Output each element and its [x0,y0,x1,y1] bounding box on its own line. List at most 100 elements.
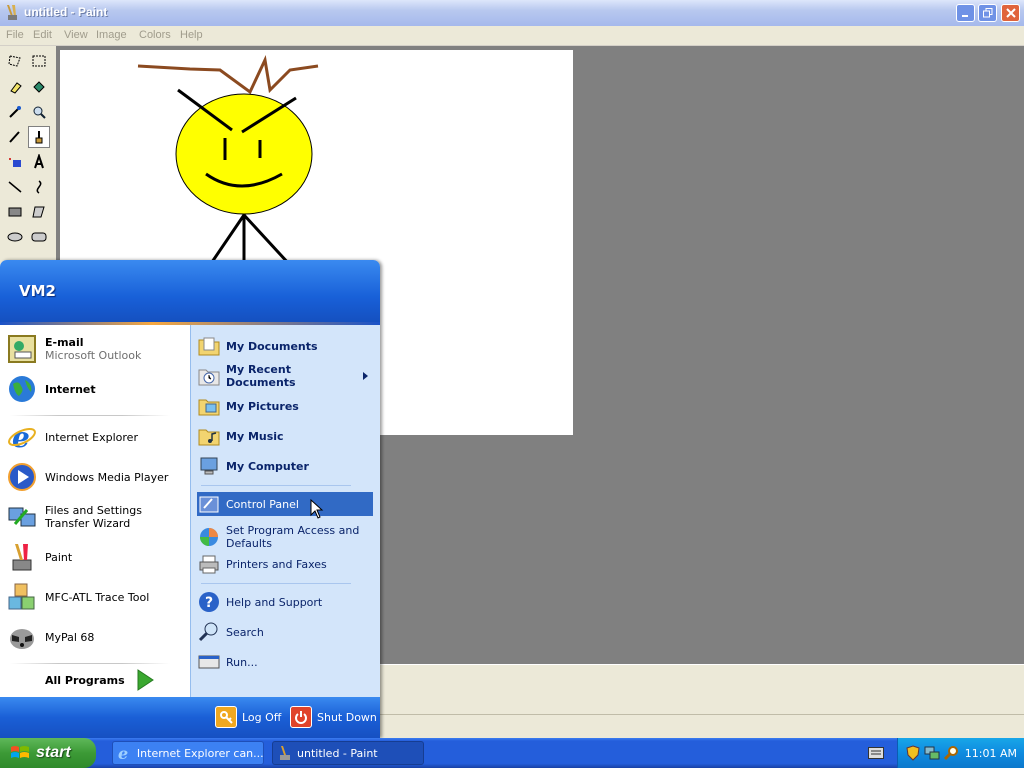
shut-down-label: Shut Down [317,710,377,724]
system-tray: 11:01 AM [897,738,1024,768]
start-menu-programs: E-mail Microsoft Outlook Internet e Inte… [0,325,190,697]
pinned-internet[interactable]: Internet [6,373,186,405]
start-button[interactable]: start [0,738,96,768]
recent-mfc-atl-trace[interactable]: MFC-ATL Trace Tool [6,581,186,613]
my-pictures[interactable]: My Pictures [197,394,373,418]
help-icon: ? [197,590,221,614]
printers-and-faxes[interactable]: Printers and Faxes [197,552,373,576]
menu-help[interactable]: Help [180,29,203,41]
start-menu-header: VM2 [0,260,380,322]
clock[interactable]: 11:01 AM [965,747,1017,760]
my-music[interactable]: My Music [197,424,373,448]
menu-bar: File Edit View Image Colors Help [0,26,1024,46]
pinned-email-title: E-mail [45,336,84,349]
text-tool[interactable] [28,151,50,173]
all-programs-label: All Programs [45,673,125,687]
search[interactable]: Search [197,620,373,644]
pinned-email[interactable]: E-mail Microsoft Outlook [6,333,186,365]
recent-label: MFC-ATL Trace Tool [45,590,150,604]
run[interactable]: Run... [197,650,373,674]
log-off-label: Log Off [242,710,282,724]
control-panel[interactable]: Control Panel [197,492,373,516]
folder-pictures-icon [197,394,221,418]
recent-label: Internet Explorer [45,430,138,444]
menu-image[interactable]: Image [96,29,127,41]
paint-icon [280,746,290,760]
recent-paint[interactable]: Paint [6,541,186,573]
recent-internet-explorer[interactable]: e Internet Explorer [6,421,186,453]
rectangle-tool[interactable] [4,201,26,223]
recent-documents-icon [197,364,221,388]
eraser-icon [10,82,22,94]
set-program-access[interactable]: Set Program Access and Defaults [197,522,373,552]
curve-tool[interactable] [28,176,50,198]
submenu-arrow-icon [363,372,369,380]
keyboard-icon[interactable] [868,747,884,759]
internet-explorer-icon: e [6,421,38,453]
free-form-select-tool[interactable] [4,50,26,72]
eraser-tool[interactable] [4,76,26,98]
green-arrow-icon [137,669,154,691]
transfer-wizard-icon [6,501,38,533]
log-off-button[interactable]: Log Off [215,705,281,729]
rounded-rect-tool[interactable] [28,226,50,248]
title-bar[interactable]: untitled - Paint [0,0,1024,26]
minimize-button[interactable] [956,4,975,22]
menu-view[interactable]: View [64,29,88,41]
printers-label: Printers and Faxes [226,557,327,571]
my-pictures-label: My Pictures [226,399,299,413]
all-programs-button[interactable]: All Programs [45,669,155,691]
line-icon [8,181,22,193]
polygon-tool[interactable] [28,201,50,223]
rect-select-tool[interactable] [28,50,50,72]
raccoon-icon [6,621,38,653]
my-documents-label: My Documents [226,339,318,353]
line-tool[interactable] [4,176,26,198]
recent-label: Paint [45,550,73,564]
menu-file[interactable]: File [6,29,24,41]
run-icon [197,650,221,674]
separator [10,663,170,664]
fill-tool[interactable] [28,76,50,98]
run-label: Run... [226,655,258,669]
task-label: Internet Explorer can... [136,746,263,760]
media-player-icon [6,461,38,493]
security-shield-icon[interactable] [906,745,920,761]
brush-tool[interactable] [28,126,50,148]
restore-button[interactable] [978,4,997,22]
pinned-email-subtitle: Microsoft Outlook [45,349,142,362]
airbrush-tool[interactable] [4,151,26,173]
folder-documents-icon [197,334,221,358]
search-icon [197,620,221,644]
search-tray-icon[interactable] [944,745,960,761]
magnifier-tool[interactable] [28,101,50,123]
task-internet-explorer[interactable]: e Internet Explorer can... [112,741,264,765]
rectangle-icon [8,207,22,217]
fill-bucket-icon [33,81,45,93]
shut-down-button[interactable]: Shut Down [290,705,377,729]
network-icon[interactable] [924,745,940,761]
my-documents[interactable]: My Documents [197,334,373,358]
separator [201,583,351,584]
my-computer-label: My Computer [226,459,309,473]
menu-edit[interactable]: Edit [33,29,52,41]
recent-files-settings-transfer[interactable]: Files and Settings Transfer Wizard [6,501,186,533]
pencil-tool[interactable] [4,126,26,148]
separator [201,485,351,486]
outlook-icon [6,333,38,365]
windows-flag-icon [11,746,29,758]
help-and-support[interactable]: ? Help and Support [197,590,373,614]
task-paint[interactable]: untitled - Paint [272,741,424,765]
my-computer[interactable]: My Computer [197,454,373,478]
menu-colors[interactable]: Colors [139,29,171,41]
window-title: untitled - Paint [24,5,108,19]
ellipse-tool[interactable] [4,226,26,248]
close-button[interactable] [1001,4,1020,22]
close-icon [1005,8,1016,18]
start-menu-footer: Log Off Shut Down [0,697,380,738]
recent-windows-media-player[interactable]: Windows Media Player [6,461,186,493]
recent-mypal[interactable]: MyPal 68 [6,621,186,653]
control-panel-icon [197,492,221,516]
pick-color-tool[interactable] [4,101,26,123]
my-recent-documents[interactable]: My Recent Documents [197,363,373,389]
